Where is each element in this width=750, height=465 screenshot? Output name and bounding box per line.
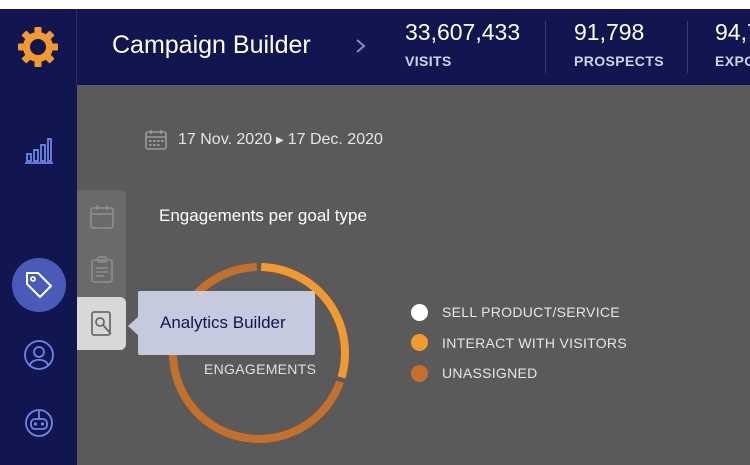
stat-divider xyxy=(545,21,546,73)
legend-item[interactable]: INTERACT WITH VISITORS xyxy=(411,328,627,359)
legend-label: UNASSIGNED xyxy=(442,365,538,382)
legend-dot xyxy=(411,303,428,321)
subnav-item-analytics-builder[interactable] xyxy=(77,297,126,350)
subnav-item-clipboard[interactable] xyxy=(77,243,126,296)
gear-logo-icon xyxy=(18,27,58,67)
bar-chart-icon xyxy=(25,138,53,164)
stat-divider xyxy=(687,21,688,73)
header-bar: Campaign Builder 33,607,433 VISITS 91,79… xyxy=(0,9,750,85)
tooltip: Analytics Builder xyxy=(138,291,315,355)
legend-dot xyxy=(411,364,428,382)
stat-label: VISITS xyxy=(405,53,452,69)
sidebar-item-campaigns[interactable] xyxy=(12,258,66,312)
user-circle-icon xyxy=(24,340,54,370)
stat-visits: 33,607,433 VISITS xyxy=(405,19,520,69)
date-end: 17 Dec. 2020 xyxy=(287,131,383,148)
active-nav-highlight xyxy=(8,170,77,234)
sidebar-item-bots[interactable] xyxy=(14,398,64,448)
wrench-document-icon xyxy=(90,310,112,336)
stat-prospects: 91,798 PROSPECTS xyxy=(574,19,664,69)
tag-icon xyxy=(26,272,52,298)
legend-label: INTERACT WITH VISITORS xyxy=(442,334,627,351)
stat-exports: 94,7 EXPO xyxy=(715,19,750,69)
chart-legend: SELL PRODUCT/SERVICE INTERACT WITH VISIT… xyxy=(411,297,627,389)
calendar-icon xyxy=(145,130,167,150)
subnav-item-calendar[interactable] xyxy=(77,190,126,243)
page-title: Campaign Builder xyxy=(112,31,311,59)
legend-item[interactable]: SELL PRODUCT/SERVICE xyxy=(411,297,627,328)
date-start: 17 Nov. 2020 xyxy=(178,131,272,148)
stat-label: EXPO xyxy=(715,53,750,69)
stat-value: 94,7 xyxy=(715,19,750,45)
stat-value: 91,798 xyxy=(574,19,645,45)
sub-navigation xyxy=(77,190,126,350)
legend-label: SELL PRODUCT/SERVICE xyxy=(442,304,620,321)
play-arrow-icon: ▶ xyxy=(276,134,284,146)
clipboard-icon xyxy=(90,255,113,283)
chevron-right-icon[interactable] xyxy=(354,36,368,56)
top-strip xyxy=(0,0,750,9)
calendar-icon xyxy=(89,204,114,229)
sidebar-item-profile[interactable] xyxy=(14,330,64,380)
donut-center-label: ENGAGEMENTS xyxy=(204,361,317,377)
legend-dot xyxy=(411,334,428,352)
stat-label: PROSPECTS xyxy=(574,53,664,69)
chart-title: Engagements per goal type xyxy=(159,206,367,225)
legend-item[interactable]: UNASSIGNED xyxy=(411,358,627,389)
logo[interactable] xyxy=(0,9,77,85)
robot-icon xyxy=(25,409,53,437)
stat-value: 33,607,433 xyxy=(405,19,521,45)
date-range[interactable]: 17 Nov. 2020 ▶ 17 Dec. 2020 xyxy=(144,129,383,151)
sidebar-item-analytics[interactable] xyxy=(14,125,64,175)
